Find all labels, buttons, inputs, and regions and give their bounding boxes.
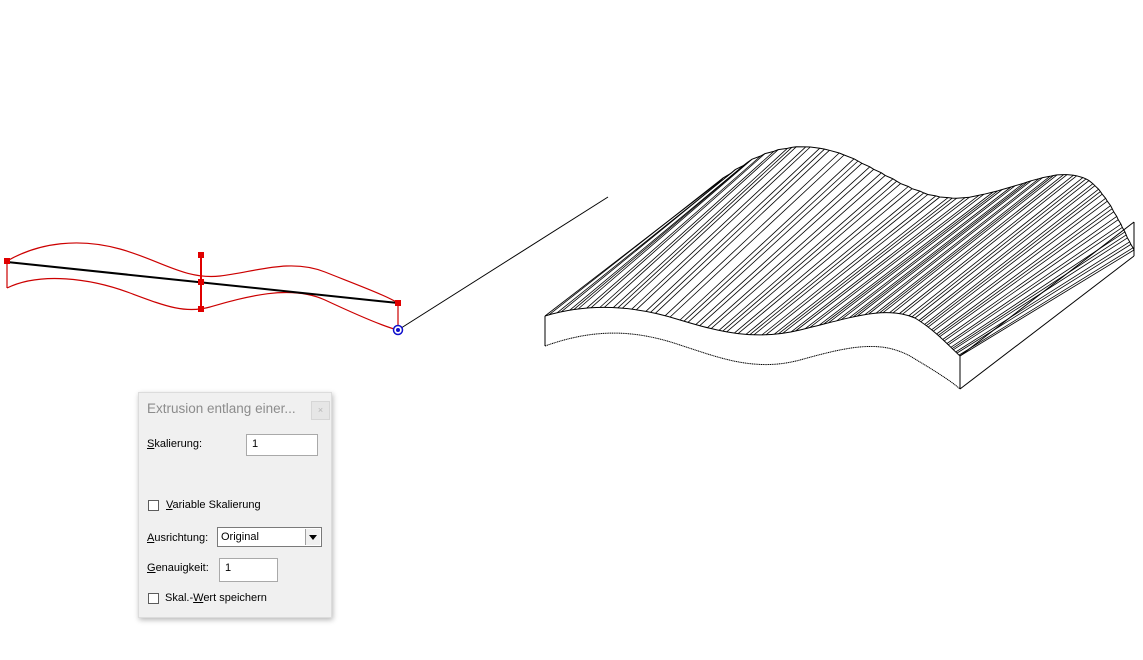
extrusion-path-line[interactable] [397,196,609,331]
surface-hatch-line [569,165,744,311]
grip-handle[interactable] [198,306,204,312]
orientation-label: Ausrichtung: [147,532,209,544]
variable-scaling-label[interactable]: Variable Skalierung [166,499,261,511]
base-point-marker-dot [396,328,400,332]
surface-hatch-line [911,178,1087,318]
precision-label: Genauigkeit: [147,562,209,574]
precision-input[interactable]: 1 [219,558,278,582]
profile-top-curve [6,242,399,304]
surface-hatch-line [655,150,830,314]
surface-hatch-line [577,158,753,310]
save-scale-value-label[interactable]: Skal.-Wert speichern [165,592,267,604]
solid-front-top-edge [544,307,961,357]
surface-hatch-line [828,189,1003,324]
surface-hatch-line [942,216,1117,340]
profile-bottom-curve [6,277,399,331]
grip-handle[interactable] [198,279,204,285]
scaling-label: Skalierung: [147,438,203,450]
grip-handle[interactable] [198,252,204,258]
dialog-title: Extrusion entlang einer... [147,401,296,416]
surface-hatch-line [556,172,732,314]
grip-handle[interactable] [4,258,10,264]
surface-hatch-line [613,148,788,308]
save-scale-value-checkbox[interactable] [148,593,159,604]
scaling-input[interactable]: 1 [246,434,318,456]
surface-hatch-line [946,223,1122,344]
extrusion-dialog: Extrusion entlang einer... × Skalierung:… [138,392,332,618]
surface-hatch-line [590,153,766,309]
surface-hatch-line [604,149,779,308]
solid-front-bottom-edge [544,332,961,390]
extruded-solid[interactable] [544,146,1135,390]
orientation-select[interactable]: Original [217,527,322,547]
grip-handle[interactable] [395,300,401,306]
surface-hatch-line [664,152,840,316]
surface-hatch-line [573,161,749,310]
surface-hatch-line [650,148,825,313]
surface-hatch-line [707,172,882,328]
close-icon[interactable]: × [311,401,330,420]
chevron-down-icon[interactable] [305,529,320,545]
solid-right-side-bottom-edge [959,255,1135,390]
orientation-select-value: Original [221,531,259,543]
surface-hatch-line [622,146,797,309]
surface-hatch-line [809,193,985,328]
variable-scaling-checkbox[interactable] [148,500,159,511]
profile-shape[interactable] [4,242,401,331]
surface-hatch-line [765,196,941,336]
